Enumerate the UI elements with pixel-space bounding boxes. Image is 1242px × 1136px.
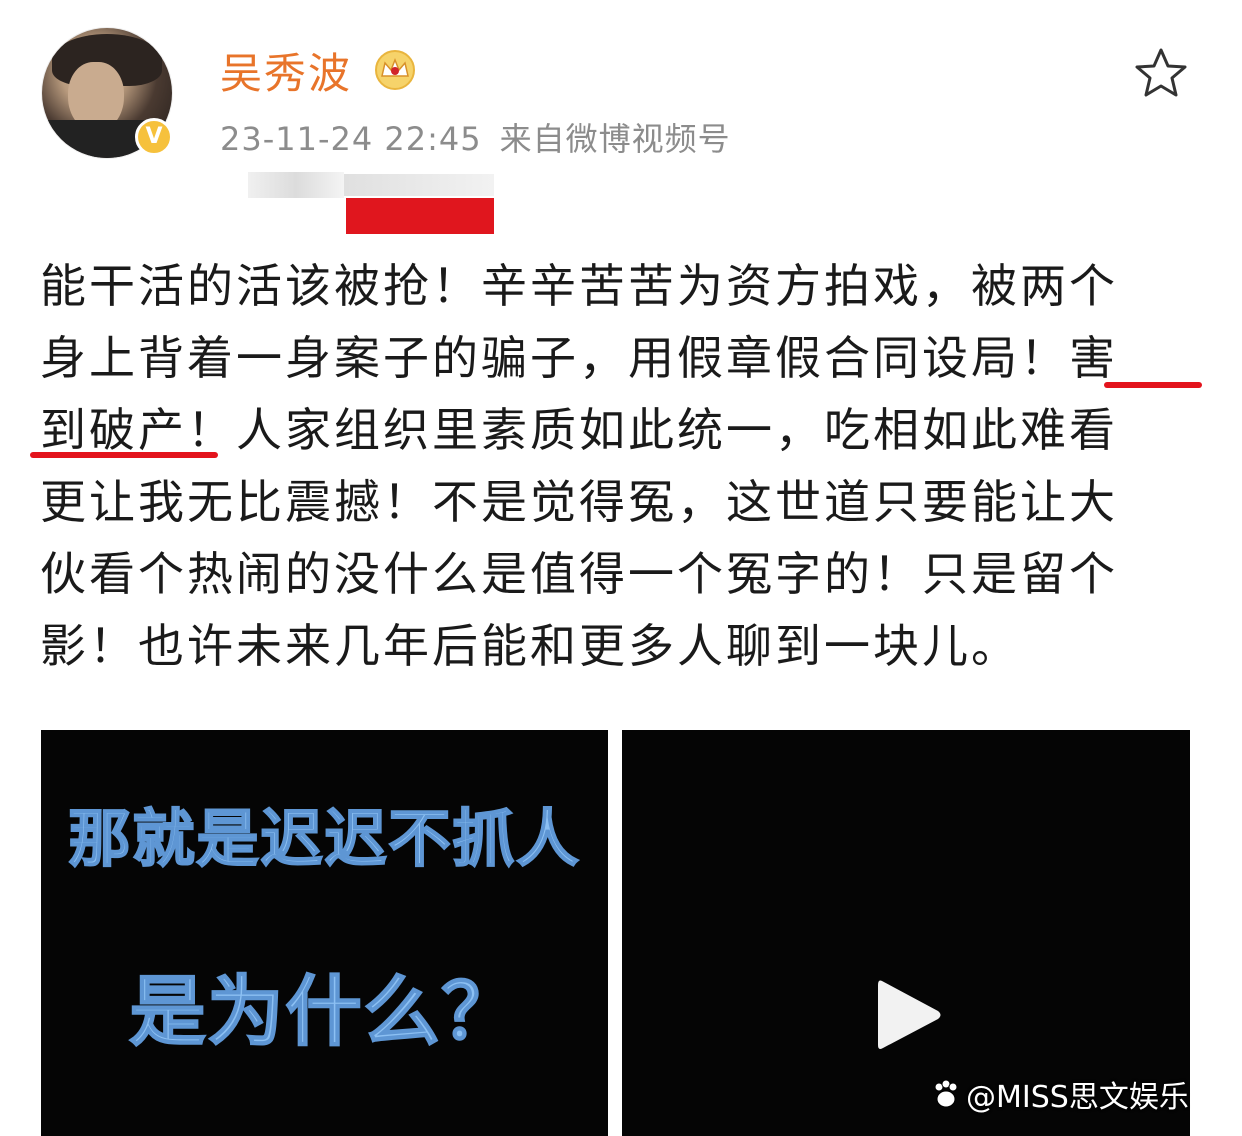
post-time: 23-11-24 22:45 [220,120,482,158]
author-name[interactable]: 吴秀波 [220,40,352,101]
crown-icon [375,50,415,90]
post-text-line: 能干活的活该被抢！辛辛苦苦为资方拍戏，被两个 [40,259,1118,313]
post-text-line: 更让我无比震撼！不是觉得冤，这世道只要能让大 [40,475,1118,529]
video-caption-line2: 是为什么？ [129,966,520,1057]
post-meta: 23-11-24 22:45 来自微博视频号 [220,114,731,160]
redaction-blur [344,174,494,196]
post-text-line: 影！也许未来几年后能和更多人聊到一块儿。 [40,619,1020,673]
redaction-blur [248,172,344,198]
redaction-bar [346,198,494,234]
post-text-line: 伙看个热闹的没什么是值得一个冤字的！只是留个 [40,547,1118,601]
paw-icon [934,1079,958,1108]
watermark: @MISS思文娱乐 [930,1072,1189,1116]
post-source[interactable]: 来自微博视频号 [500,120,731,158]
play-icon[interactable] [874,975,944,1055]
video-thumbnail-left[interactable]: 那就是迟迟不抓人 是为什么？ [41,730,608,1136]
highlight-underline [30,452,218,458]
post-body: 能干活的活该被抢！辛辛苦苦为资方拍戏，被两个 身上背着一身案子的骗子，用假章假合… [40,250,1190,682]
video-caption-line1: 那就是迟迟不抓人 [67,801,581,876]
post-text-line: 身上背着一身案子的骗子，用假章假合同设局！害 [40,331,1118,385]
watermark-text: @MISS思文娱乐 [966,1080,1189,1115]
highlight-underline [1104,382,1202,388]
verified-v-badge-icon: V [135,118,173,156]
star-icon[interactable] [1132,46,1190,100]
